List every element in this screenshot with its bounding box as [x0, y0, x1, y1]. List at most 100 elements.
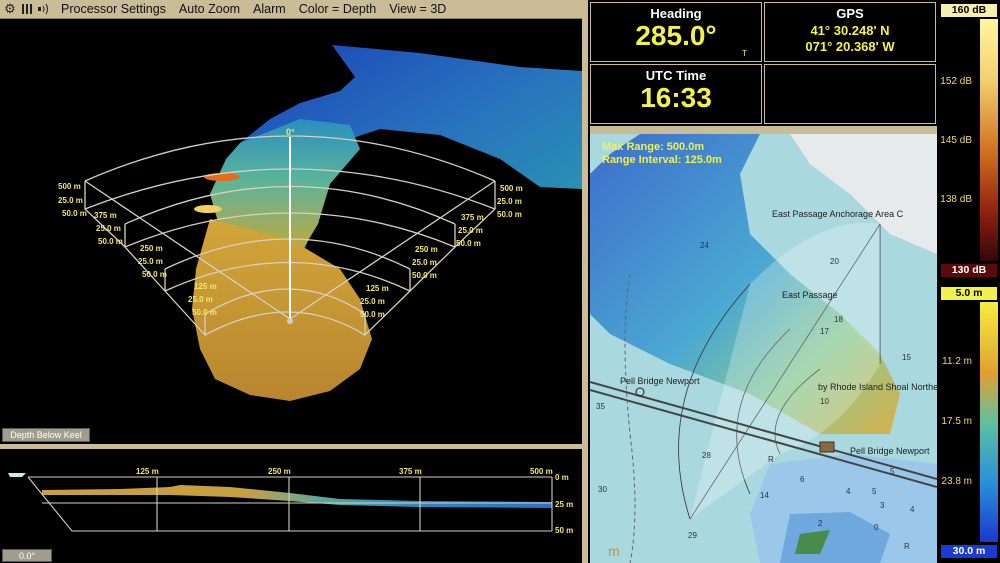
- svg-text:28: 28: [702, 451, 711, 460]
- svg-text:6: 6: [800, 475, 805, 484]
- place-label-east-passage: East Passage: [782, 290, 838, 300]
- svg-text:14: 14: [760, 491, 769, 500]
- svg-text:R: R: [768, 455, 774, 464]
- auto-zoom-menu[interactable]: Auto Zoom: [179, 2, 240, 16]
- svg-text:5: 5: [890, 467, 895, 476]
- angle-label: 0°: [286, 127, 295, 137]
- svg-text:17: 17: [820, 327, 829, 336]
- gear-icon[interactable]: ⚙: [3, 2, 17, 16]
- svg-text:R: R: [904, 542, 910, 551]
- nautical-chart[interactable]: Max Range: 500.0m Range Interval: 125.0m…: [590, 134, 937, 563]
- profile-range-500: 500 m: [530, 467, 553, 476]
- svg-text:35: 35: [596, 402, 605, 411]
- depth-label-50-right-125: 50.0 m: [360, 310, 385, 319]
- depth-below-keel-button[interactable]: Depth Below Keel: [2, 428, 90, 442]
- empty-info-box: [764, 64, 936, 124]
- depth-label-50-right-500: 50.0 m: [497, 210, 522, 219]
- depth-scale-min[interactable]: 5.0 m: [941, 287, 997, 300]
- range-label-375-right: 375 m: [461, 213, 484, 222]
- tilt-angle-button[interactable]: 0.0°: [2, 549, 52, 562]
- db-tick-145: 145 dB: [940, 135, 972, 146]
- depth-label-25-left-375: 25.0 m: [96, 224, 121, 233]
- processor-settings-menu[interactable]: Processor Settings: [61, 2, 166, 16]
- place-label-bridge-right: Pell Bridge Newport: [850, 446, 930, 456]
- depth-tick-17: 17.5 m: [941, 416, 972, 427]
- place-label-anchorage: East Passage Anchorage Area C: [772, 209, 904, 219]
- depth-label-50-left-125: 50.0 m: [192, 308, 217, 317]
- range-label-250-right: 250 m: [415, 245, 438, 254]
- gps-latitude: 41° 30.248' N: [810, 23, 890, 38]
- scale-bars: 160 dB 152 dB 145 dB 138 dB 130 dB 5.0 m: [938, 0, 1000, 563]
- target-echo-red: [204, 173, 240, 181]
- svg-text:20: 20: [830, 257, 839, 266]
- heading-reference: T: [742, 49, 747, 58]
- heading-label: Heading: [650, 6, 702, 21]
- profile-range-250: 250 m: [268, 467, 291, 476]
- utc-value: 16:33: [640, 82, 712, 113]
- profile-view[interactable]: 125 m 250 m 375 m 500 m 0 m 25 m 50 m 0.…: [0, 449, 582, 563]
- heading-box: Heading 285.0° T: [590, 2, 762, 62]
- svg-text:4: 4: [910, 505, 915, 514]
- boat-icon: [8, 473, 26, 477]
- place-label-bridge-left: Pell Bridge Newport: [620, 376, 700, 386]
- utc-label: UTC Time: [645, 68, 707, 83]
- gps-longitude: 071° 20.368' W: [805, 39, 895, 54]
- svg-text:24: 24: [700, 241, 709, 250]
- ship-marker: [819, 441, 835, 453]
- db-scale-min[interactable]: 130 dB: [941, 264, 997, 277]
- max-range-text: Max Range: 500.0m: [602, 141, 704, 153]
- depth-label-25-left-125: 25.0 m: [188, 295, 213, 304]
- depth-label-50-right-375: 50.0 m: [456, 239, 481, 248]
- depth-color-bar: [980, 302, 998, 542]
- color-mode-menu[interactable]: Color = Depth: [299, 2, 376, 16]
- range-interval-text: Range Interval: 125.0m: [602, 154, 722, 166]
- db-color-bar: [980, 19, 998, 261]
- profile-bottom: [42, 485, 552, 508]
- db-tick-138: 138 dB: [940, 194, 972, 205]
- svg-text:4: 4: [846, 487, 851, 496]
- vessel-marker: [287, 318, 293, 324]
- sonar-icon[interactable]: [37, 2, 51, 16]
- columns-icon[interactable]: [20, 2, 34, 16]
- profile-range-375: 375 m: [399, 467, 422, 476]
- depth-label-25-right-250: 25.0 m: [412, 258, 437, 267]
- utc-time-box: UTC Time 16:33: [590, 64, 762, 124]
- target-echo-yellow: [194, 205, 222, 213]
- profile-depth-0: 0 m: [555, 473, 569, 482]
- seafloor-shallow-band: [192, 219, 372, 401]
- svg-text:10: 10: [820, 397, 829, 406]
- db-tick-152: 152 dB: [940, 76, 972, 87]
- svg-text:2: 2: [818, 519, 823, 528]
- chart-unit: m: [608, 543, 620, 559]
- profile-depth-50: 50 m: [555, 526, 573, 535]
- chart-resize-handle[interactable]: [590, 126, 937, 134]
- db-scale-max[interactable]: 160 dB: [941, 4, 997, 17]
- alarm-menu[interactable]: Alarm: [253, 2, 286, 16]
- place-label-shoal: by Rhode Island Shoal Northea: [818, 382, 937, 392]
- range-label-500-left: 500 m: [58, 182, 81, 191]
- profile-depth-25: 25 m: [555, 500, 573, 509]
- depth-label-50-left-375: 50.0 m: [98, 237, 123, 246]
- range-label-125-left: 125 m: [194, 282, 217, 291]
- depth-scale-max[interactable]: 30.0 m: [941, 545, 997, 558]
- range-label-125-right: 125 m: [366, 284, 389, 293]
- range-label-375-left: 375 m: [94, 211, 117, 220]
- svg-text:15: 15: [902, 353, 911, 362]
- range-label-500-right: 500 m: [500, 184, 523, 193]
- top-toolbar: ⚙ Processor Settings Auto Zoom Alarm Col…: [0, 0, 582, 19]
- depth-label-50-left-250: 50.0 m: [142, 270, 167, 279]
- profile-range-125: 125 m: [136, 467, 159, 476]
- range-label-250-left: 250 m: [140, 244, 163, 253]
- depth-tick-11: 11.2 m: [942, 356, 972, 367]
- svg-text:0: 0: [874, 523, 879, 532]
- svg-text:29: 29: [688, 531, 697, 540]
- depth-label-25-right-500: 25.0 m: [497, 197, 522, 206]
- svg-text:18: 18: [834, 315, 843, 324]
- depth-label-50-left-500: 50.0 m: [62, 209, 87, 218]
- heading-value: 285.0°: [635, 20, 717, 51]
- depth-label-25-right-125: 25.0 m: [360, 297, 385, 306]
- view-mode-menu[interactable]: View = 3D: [389, 2, 446, 16]
- depth-label-25-left-500: 25.0 m: [58, 196, 83, 205]
- svg-text:3: 3: [880, 501, 885, 510]
- sonar-3d-view[interactable]: 0° 500 m 25.0 m 50.0 m 375 m 25.0 m 50.0…: [0, 19, 582, 444]
